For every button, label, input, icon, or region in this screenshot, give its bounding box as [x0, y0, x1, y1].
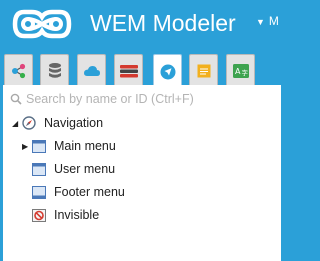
search-bar	[6, 89, 278, 109]
tree-node-footer-menu[interactable]: Footer menu	[22, 183, 125, 201]
stacked-bars-icon	[119, 65, 138, 78]
tab-cloud[interactable]	[77, 54, 106, 87]
tree-node-navigation[interactable]: ◢ Navigation	[12, 114, 103, 132]
cloud-icon	[83, 66, 100, 76]
menu-window-icon	[32, 139, 47, 153]
expanded-caret-icon[interactable]: ◢	[12, 119, 22, 128]
tree-node-label: Footer menu	[54, 185, 125, 199]
tree-node-label: Invisible	[54, 208, 100, 222]
share-nodes-icon	[11, 63, 25, 79]
tree-node-label: Main menu	[54, 139, 116, 153]
search-input[interactable]	[26, 92, 266, 106]
tab-notes[interactable]	[189, 54, 218, 87]
tab-templates[interactable]	[114, 54, 143, 87]
database-icon	[48, 63, 61, 78]
translate-icon: A 字	[232, 64, 249, 78]
tab-navigation[interactable]	[153, 54, 182, 88]
user-menu[interactable]: ▼ M	[256, 14, 279, 28]
user-menu-label: M	[268, 14, 279, 28]
tool-tabs: A 字	[0, 46, 284, 88]
tree-node-user-menu[interactable]: User menu	[22, 160, 115, 178]
compass-navigation-icon	[160, 64, 175, 79]
svg-text:A: A	[235, 67, 241, 76]
search-icon	[10, 93, 22, 105]
tab-flowchart[interactable]	[4, 54, 33, 87]
top-bar: WEM Modeler ▼ M	[0, 0, 284, 46]
tab-database[interactable]	[40, 54, 69, 87]
caret-down-icon: ▼	[256, 17, 265, 27]
note-icon	[197, 64, 210, 78]
tab-translations[interactable]: A 字	[226, 54, 255, 87]
svg-text:字: 字	[241, 68, 248, 77]
menu-window-icon	[32, 162, 47, 176]
no-entry-icon	[32, 208, 47, 222]
compass-icon	[22, 116, 37, 130]
menu-window-icon	[32, 185, 47, 199]
app-title: WEM Modeler	[90, 10, 236, 36]
wem-logo[interactable]	[10, 7, 74, 41]
tree-node-invisible[interactable]: Invisible	[22, 206, 99, 224]
tree-node-label: User menu	[54, 162, 116, 176]
collapsed-caret-icon[interactable]: ▶	[22, 142, 32, 151]
tree-node-main-menu[interactable]: ▶ Main menu	[22, 137, 116, 155]
infinity-logo-icon	[12, 9, 72, 39]
navigation-panel: ◢ Navigation ▶ Main menu	[3, 85, 281, 261]
tree-node-label: Navigation	[44, 116, 104, 130]
